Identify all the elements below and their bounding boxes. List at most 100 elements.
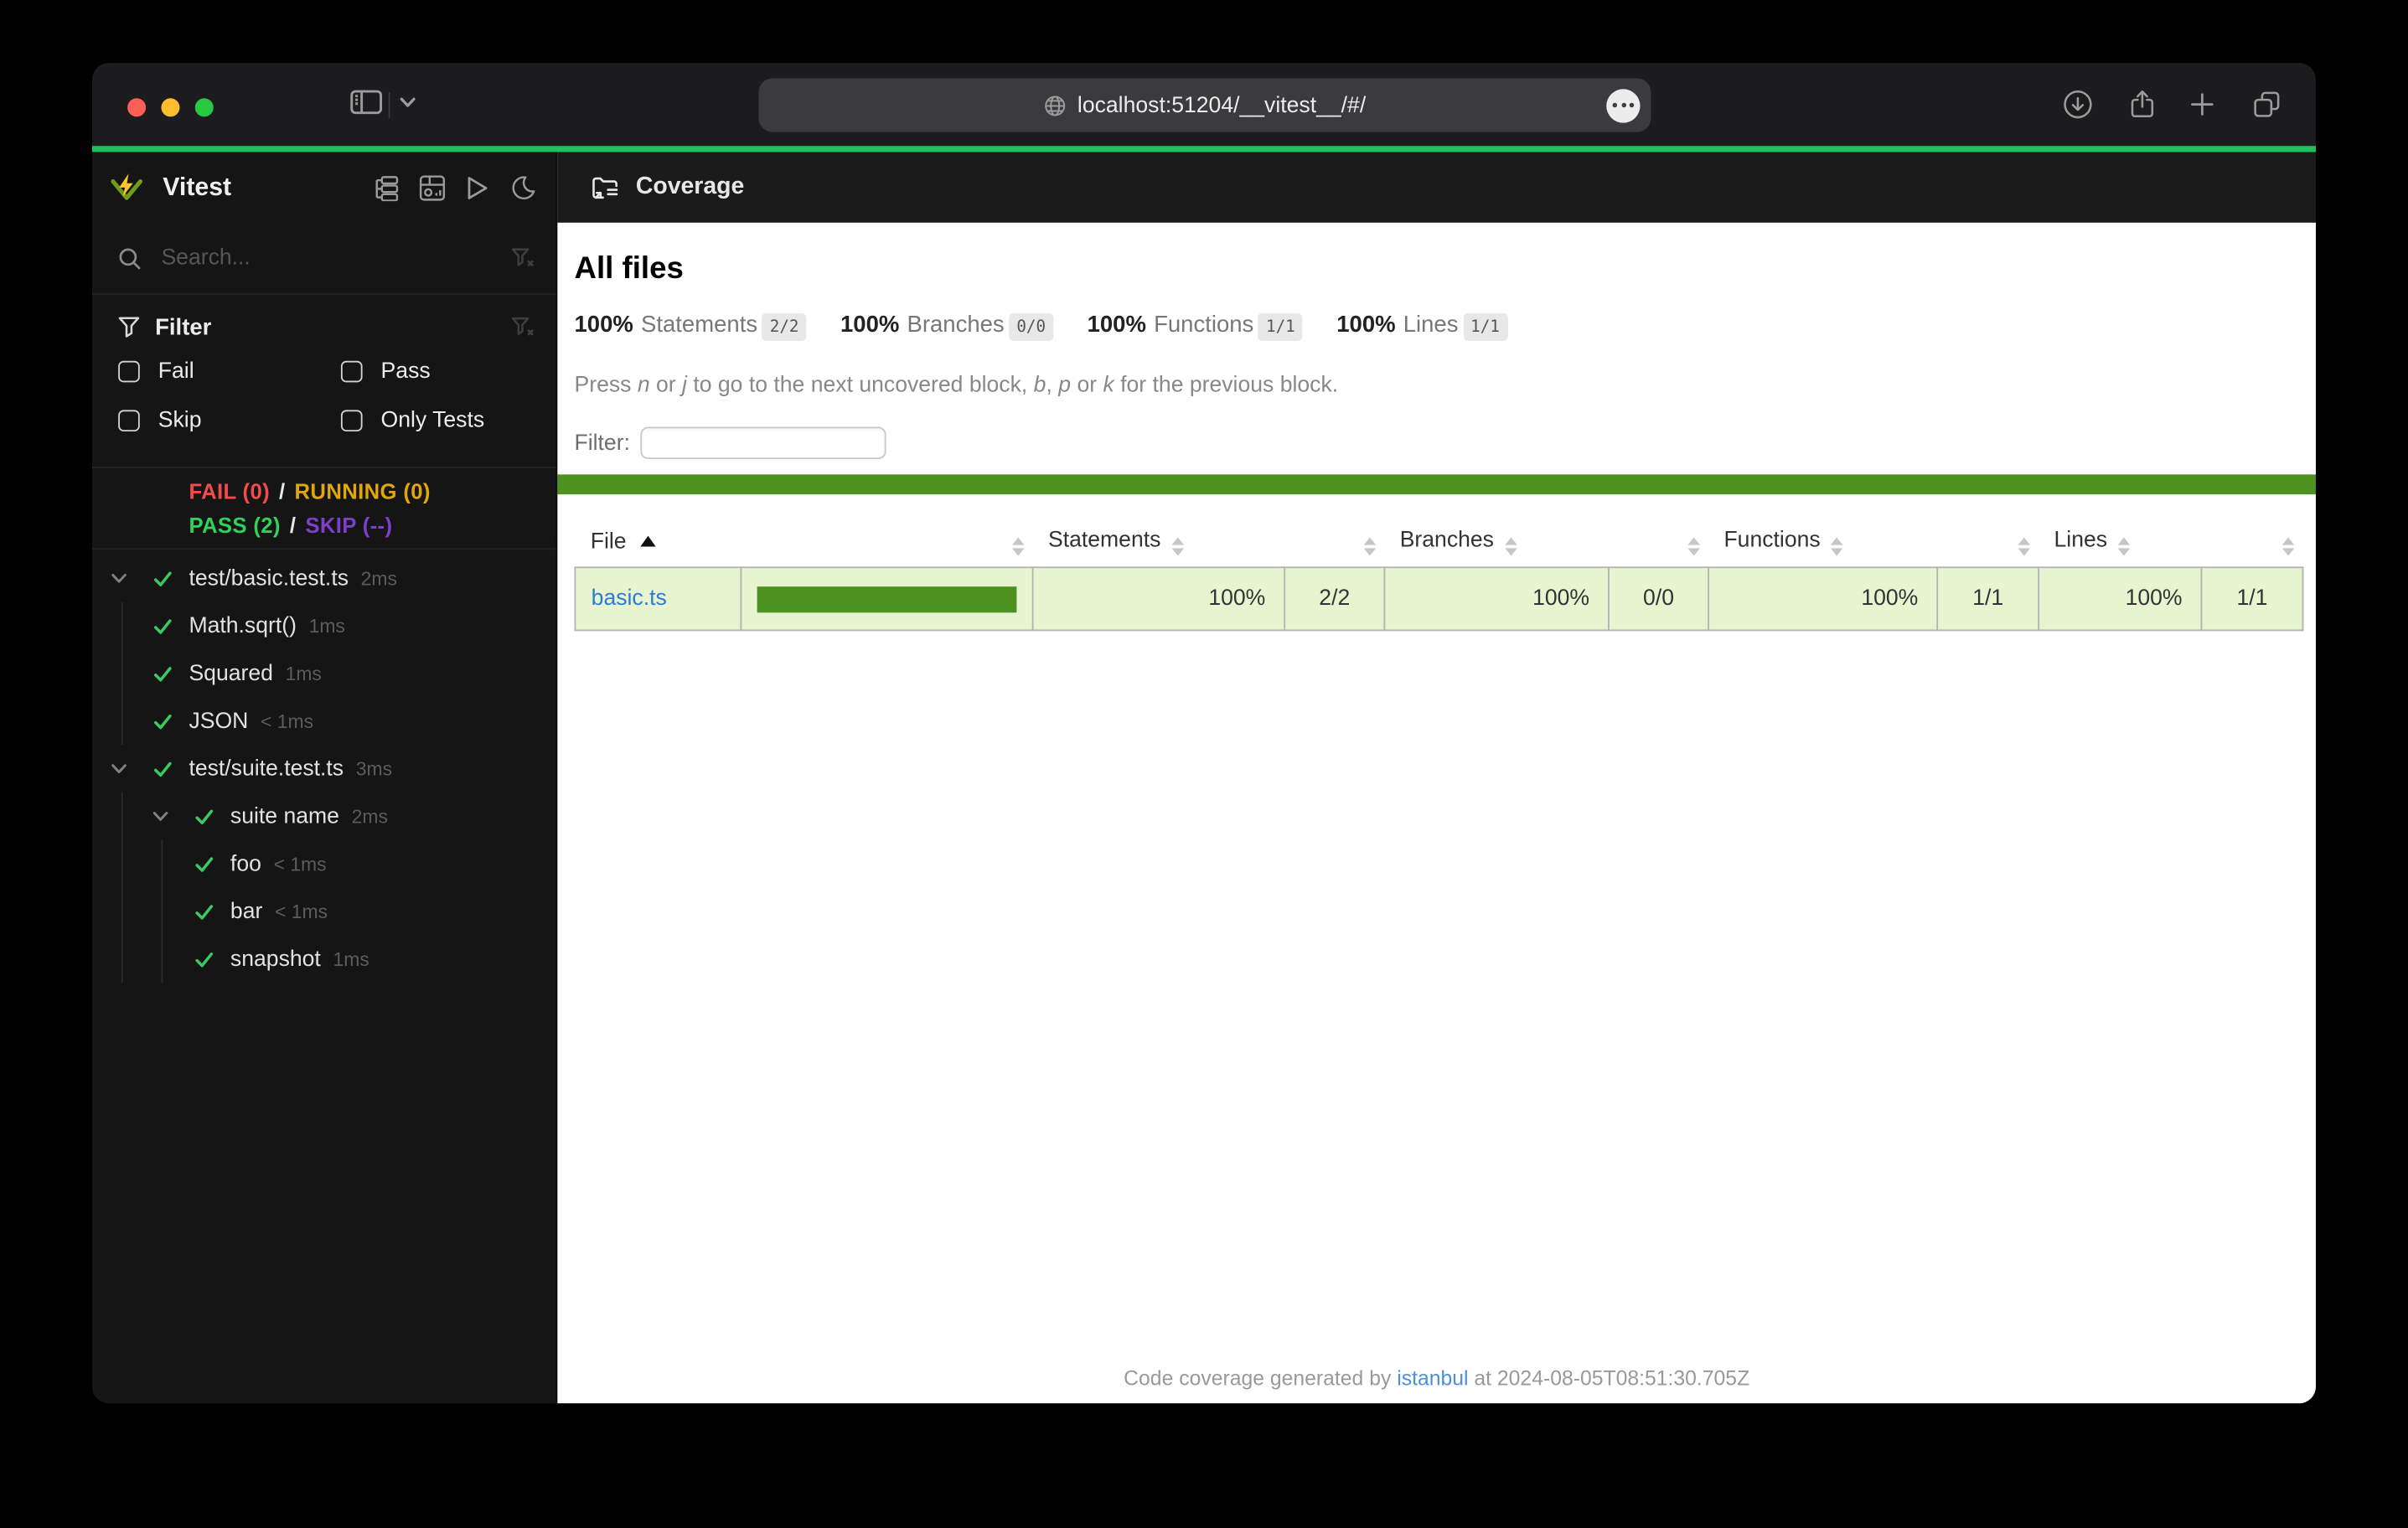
test-duration: 1ms bbox=[308, 615, 345, 637]
new-tab-icon[interactable] bbox=[2187, 89, 2218, 120]
column-header-frac[interactable] bbox=[1609, 518, 1708, 568]
clear-filters-icon[interactable] bbox=[511, 317, 534, 338]
sort-arrows-icon[interactable] bbox=[1831, 537, 1844, 556]
filter-option-fail[interactable]: Fail bbox=[118, 347, 341, 396]
test-tree: test/basic.test.ts 2ms Math.sqrt() 1ms Squar… bbox=[92, 550, 556, 983]
tree-indent-guide bbox=[161, 935, 163, 983]
hint-text: for the previous block. bbox=[1114, 373, 1339, 398]
test-duration: < 1ms bbox=[273, 853, 327, 875]
column-header-statements[interactable]: Statements bbox=[1033, 518, 1285, 568]
coverage-table-row: basic.ts 100% 2/2 100% 0/0 100% 1/1 100% 1/1 bbox=[574, 566, 2304, 632]
funnel-icon bbox=[118, 317, 140, 338]
tree-item[interactable]: bar < 1ms bbox=[92, 887, 556, 936]
stat-fraction-badge: 1/1 bbox=[1462, 312, 1508, 341]
sort-arrows-icon[interactable] bbox=[1010, 537, 1024, 556]
report-footer: Code coverage generated by istanbul at 2… bbox=[557, 1366, 2316, 1389]
search-input[interactable] bbox=[158, 244, 512, 272]
sort-arrows-icon[interactable] bbox=[2117, 537, 2131, 556]
tree-indent-guide bbox=[121, 839, 123, 888]
filter-option-pass[interactable]: Pass bbox=[340, 347, 535, 396]
tree-item[interactable]: snapshot 1ms bbox=[92, 935, 556, 983]
address-bar[interactable]: localhost:51204/__vitest__/#/ bbox=[758, 78, 1651, 132]
dark-mode-moon-icon[interactable] bbox=[510, 174, 536, 200]
test-label: test/suite.test.ts bbox=[189, 756, 344, 782]
coverage-table: File Statements Branches Functions Lines bas… bbox=[574, 518, 2304, 632]
dashboard-icon[interactable] bbox=[419, 174, 446, 200]
percent-cell: 100% bbox=[1383, 566, 1610, 632]
page-menu-button[interactable] bbox=[1606, 88, 1641, 122]
sort-arrows-icon[interactable] bbox=[1362, 537, 1376, 556]
tree-item[interactable]: Math.sqrt() 1ms bbox=[92, 601, 556, 650]
column-header-bar[interactable] bbox=[741, 518, 1032, 568]
tree-item[interactable]: JSON < 1ms bbox=[92, 697, 556, 745]
test-duration: 1ms bbox=[285, 662, 322, 684]
tree-item[interactable]: foo < 1ms bbox=[92, 839, 556, 888]
shortcut-key: p bbox=[1058, 373, 1072, 398]
vitest-sidebar: Vitest Search... Filter Fail Pass Skip O… bbox=[91, 152, 558, 1404]
keyboard-shortcut-hint: Press n or j to go to the next uncovered… bbox=[575, 373, 2317, 404]
test-run-summary: FAIL (0) / RUNNING (0) PASS (2) / SKIP (… bbox=[91, 467, 556, 550]
coverage-filter-input[interactable] bbox=[640, 426, 887, 460]
file-link[interactable]: basic.ts bbox=[592, 586, 667, 611]
pass-count: PASS (2) bbox=[189, 513, 281, 538]
test-label: test/basic.test.ts bbox=[189, 565, 349, 591]
chevron-down-icon[interactable] bbox=[400, 96, 416, 109]
tree-item[interactable]: test/suite.test.ts 3ms bbox=[92, 745, 556, 792]
column-header-file[interactable]: File bbox=[575, 518, 741, 568]
share-icon[interactable] bbox=[2127, 89, 2158, 120]
coverage-stat: 100% Branches 0/0 bbox=[840, 312, 1054, 341]
url-text: localhost:51204/__vitest__/#/ bbox=[1077, 92, 1367, 118]
filter-option-skip[interactable]: Skip bbox=[118, 396, 341, 446]
list-tree-icon[interactable] bbox=[373, 174, 399, 201]
sort-arrows-icon[interactable] bbox=[1504, 537, 1517, 556]
sort-arrows-icon[interactable] bbox=[2017, 537, 2030, 556]
test-duration: 2ms bbox=[351, 805, 388, 828]
hint-text: Press bbox=[574, 373, 638, 398]
pass-check-icon bbox=[152, 567, 173, 589]
filter-label-fail: Fail bbox=[158, 359, 194, 385]
test-duration: 2ms bbox=[360, 567, 397, 589]
column-label: Branches bbox=[1399, 528, 1494, 553]
app-title: Vitest bbox=[163, 173, 232, 201]
chevron-down-icon[interactable] bbox=[111, 762, 127, 775]
sort-arrows-icon[interactable] bbox=[2281, 537, 2294, 556]
fail-count: FAIL (0) bbox=[189, 478, 271, 504]
separator: / bbox=[279, 478, 286, 504]
vitest-logo-icon bbox=[111, 171, 143, 203]
minimize-window-button[interactable] bbox=[161, 98, 180, 117]
checkbox-pass[interactable] bbox=[340, 360, 363, 383]
stat-label: Lines bbox=[1403, 312, 1459, 338]
run-all-icon[interactable] bbox=[465, 174, 489, 200]
tab-overview-icon[interactable] bbox=[2251, 89, 2282, 120]
sort-arrows-icon[interactable] bbox=[1687, 537, 1700, 556]
column-header-frac[interactable] bbox=[2201, 518, 2302, 568]
checkbox-fail[interactable] bbox=[118, 360, 140, 383]
tree-item[interactable]: Squared 1ms bbox=[92, 649, 556, 698]
sort-arrows-icon[interactable] bbox=[1171, 537, 1184, 556]
fraction-cell: 1/1 bbox=[2200, 566, 2304, 632]
zoom-window-button[interactable] bbox=[194, 98, 214, 117]
shortcut-key: k bbox=[1103, 373, 1114, 398]
column-header-branches[interactable]: Branches bbox=[1384, 518, 1609, 568]
chevron-down-icon[interactable] bbox=[152, 810, 168, 823]
column-header-lines[interactable]: Lines bbox=[2039, 518, 2201, 568]
tree-item[interactable]: suite name 2ms bbox=[92, 792, 556, 840]
chevron-down-icon[interactable] bbox=[111, 572, 127, 585]
stat-percent: 100% bbox=[840, 312, 900, 338]
column-header-frac[interactable] bbox=[1284, 518, 1384, 568]
close-window-button[interactable] bbox=[127, 98, 147, 117]
tree-indent-guide bbox=[161, 887, 163, 936]
footer-text: Code coverage generated by bbox=[1124, 1366, 1398, 1390]
checkbox-only-tests[interactable] bbox=[340, 410, 363, 432]
coverage-report-icon bbox=[592, 174, 619, 200]
checkbox-skip[interactable] bbox=[118, 410, 140, 432]
sidebar-toggle-icon[interactable] bbox=[350, 89, 383, 115]
tree-indent-guide bbox=[121, 792, 123, 840]
column-header-functions[interactable]: Functions bbox=[1708, 518, 1937, 568]
istanbul-link[interactable]: istanbul bbox=[1397, 1366, 1468, 1389]
column-header-frac[interactable] bbox=[1937, 518, 2039, 568]
filter-option-only-tests[interactable]: Only Tests bbox=[340, 396, 535, 446]
tree-item[interactable]: test/basic.test.ts 2ms bbox=[92, 555, 556, 602]
downloads-icon[interactable] bbox=[2063, 89, 2094, 120]
clear-search-filter-icon[interactable] bbox=[511, 247, 534, 269]
